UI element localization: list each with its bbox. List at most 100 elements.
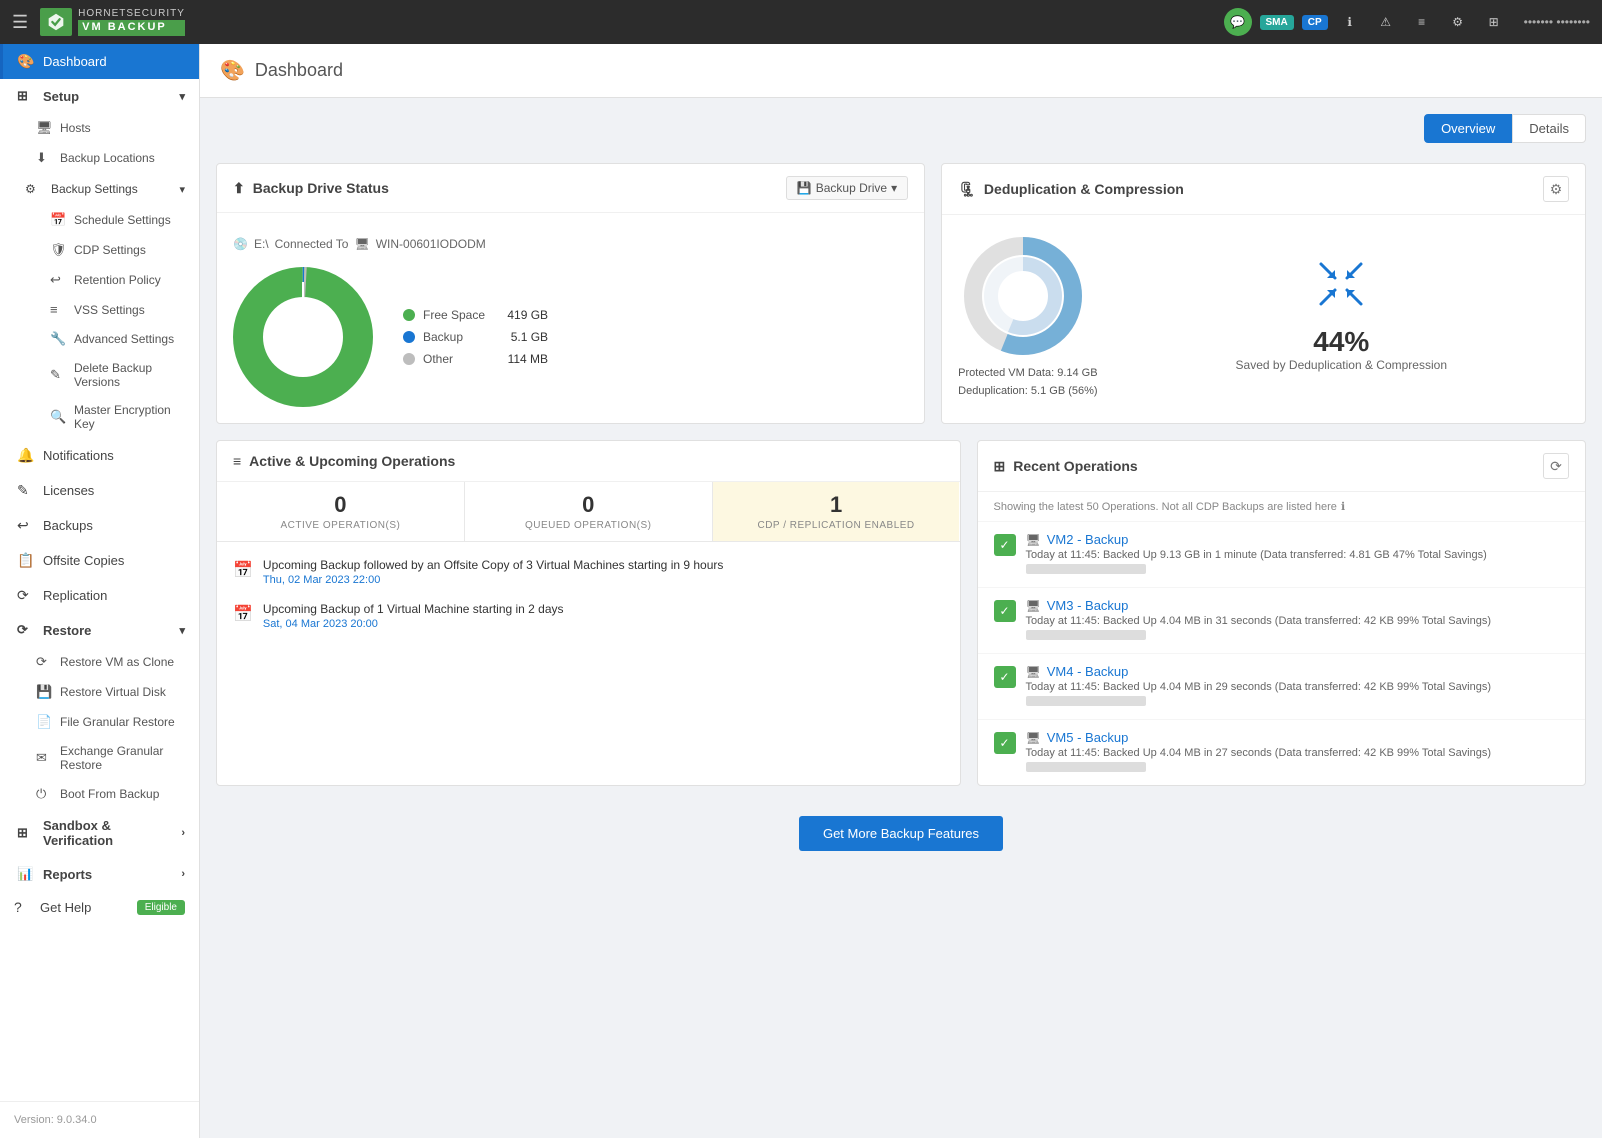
tab-overview[interactable]: Overview <box>1424 114 1512 143</box>
recent-ops-info-icon: ℹ <box>1341 500 1345 513</box>
recent-ops-info-text: Showing the latest 50 Operations. Not al… <box>994 501 1337 513</box>
sidebar-item-hosts[interactable]: 🖥 Hosts <box>0 113 199 143</box>
encryption-icon: 🔍 <box>50 409 66 425</box>
sma-badge[interactable]: SMA <box>1260 15 1294 30</box>
brand-top: HORNETSECURITY <box>78 8 185 20</box>
sidebar-item-boot-backup[interactable]: ⏻ Boot From Backup <box>0 779 199 809</box>
sidebar-item-restore-clone[interactable]: ⟳ Restore VM as Clone <box>0 647 199 677</box>
sidebar-item-vss[interactable]: ≡ VSS Settings <box>0 295 199 324</box>
exchange-restore-icon: ✉ <box>36 750 52 766</box>
ops-event-1-icon: 📅 <box>233 560 253 580</box>
drive-chart-area: Free Space 419 GB Backup 5.1 GB <box>233 267 908 407</box>
vm4-desc: Today at 11:45: Backed Up 4.04 MB in 29 … <box>1026 681 1570 693</box>
dedup-header: 🗜 Deduplication & Compression ⚙ <box>942 164 1585 215</box>
vm5-blurred <box>1026 762 1146 772</box>
sidebar-item-offsite[interactable]: 📋 Offsite Copies <box>0 543 199 578</box>
ops-event-1: 📅 Upcoming Backup followed by an Offsite… <box>217 550 960 594</box>
share-icon-btn[interactable]: ⚙ <box>1444 8 1472 36</box>
vm4-check-icon: ✓ <box>994 666 1016 688</box>
get-more-features-button[interactable]: Get More Backup Features <box>799 816 1003 851</box>
vm4-name: VM4 - Backup <box>1047 664 1129 679</box>
vm2-name: VM2 - Backup <box>1047 532 1129 547</box>
sidebar-item-backup-settings[interactable]: ⚙ Backup Settings ▾ <box>0 173 199 205</box>
chat-icon-btn[interactable]: 💬 <box>1224 8 1252 36</box>
offsite-icon: 📋 <box>17 552 35 569</box>
sidebar-item-encryption[interactable]: 🔍 Master Encryption Key <box>0 396 199 438</box>
tab-details[interactable]: Details <box>1512 114 1586 143</box>
backup-drive-btn-chevron: ▾ <box>891 181 897 195</box>
recent-ops-refresh-button[interactable]: ⟳ <box>1543 453 1569 479</box>
sidebar-item-cdp[interactable]: 🛡 CDP Settings <box>0 235 199 265</box>
sidebar-item-schedule[interactable]: 📅 Schedule Settings <box>0 205 199 235</box>
free-space-value: 419 GB <box>493 308 548 322</box>
sidebar-section-restore[interactable]: ⟳ Restore ▾ <box>0 613 199 647</box>
cdp-ops-num: 1 <box>723 492 950 518</box>
sidebar-item-backup-locations[interactable]: ⬇ Backup Locations <box>0 143 199 173</box>
setup-icon: ⊞ <box>17 88 35 104</box>
ops-event-1-content: Upcoming Backup followed by an Offsite C… <box>263 558 723 586</box>
setup-sub-items: 🖥 Hosts ⬇ Backup Locations ⚙ Backup Sett… <box>0 113 199 438</box>
sidebar-item-get-help[interactable]: ? Get Help <box>14 899 91 915</box>
brand-text: HORNETSECURITY VM BACKUP <box>78 8 185 35</box>
vm2-check-icon: ✓ <box>994 534 1016 556</box>
legend-backup: Backup 5.1 GB <box>403 330 548 344</box>
ops-stats: 0 ACTIVE OPERATION(S) 0 QUEUED OPERATION… <box>217 482 960 542</box>
sidebar-item-reports[interactable]: 📊 Reports › <box>0 857 199 891</box>
vm3-vm-icon: 🖥 <box>1026 599 1041 613</box>
list-icon-btn[interactable]: ≡ <box>1408 8 1436 36</box>
sidebar-item-licenses[interactable]: ✎ Licenses <box>0 473 199 508</box>
vm4-blurred <box>1026 696 1146 706</box>
delete-backup-icon: ✎ <box>50 367 66 383</box>
dedup-icon: 🗜 <box>958 181 976 198</box>
sidebar-item-retention[interactable]: ↩ Retention Policy <box>0 265 199 295</box>
backup-settings-icon: ⚙ <box>25 182 43 196</box>
sidebar-item-exchange-restore[interactable]: ✉ Exchange Granular Restore <box>0 737 199 779</box>
vm5-title: 🖥 VM5 - Backup <box>1026 730 1570 745</box>
dedup-gear-button[interactable]: ⚙ <box>1543 176 1569 202</box>
vm3-name: VM3 - Backup <box>1047 598 1129 613</box>
cdp-ops-label: CDP / REPLICATION ENABLED <box>723 520 950 531</box>
setup-label: Setup <box>43 89 79 104</box>
dedup-title: Deduplication & Compression <box>984 181 1184 197</box>
info-icon-btn[interactable]: ℹ <box>1336 8 1364 36</box>
sidebar-item-delete-backup[interactable]: ✎ Delete Backup Versions <box>0 354 199 396</box>
sidebar-item-sandbox[interactable]: ⊞ Sandbox & Verification › <box>0 809 199 857</box>
cp-badge[interactable]: CP <box>1302 15 1328 30</box>
ops-event-2-icon: 📅 <box>233 604 253 624</box>
sandbox-chevron: › <box>181 827 185 839</box>
licenses-icon: ✎ <box>17 482 35 499</box>
sidebar-item-advanced[interactable]: 🔧 Advanced Settings <box>0 324 199 354</box>
sidebar-item-backups[interactable]: ↩ Backups <box>0 508 199 543</box>
sidebar-item-replication[interactable]: ⟳ Replication <box>0 578 199 613</box>
backup-drive-button[interactable]: 💾 Backup Drive ▾ <box>786 176 908 200</box>
free-space-label: Free Space <box>423 308 485 322</box>
vm5-name: VM5 - Backup <box>1047 730 1129 745</box>
vm3-title: 🖥 VM3 - Backup <box>1026 598 1570 613</box>
top-cards-row: ⬆ Backup Drive Status 💾 Backup Drive ▾ 💿 <box>216 163 1586 424</box>
dedup-chart-side: Protected VM Data: 9.14 GB Deduplication… <box>958 231 1097 400</box>
protected-vm-label: Protected VM Data: 9.14 GB <box>958 365 1097 383</box>
dedup-percent: 44% <box>1313 326 1369 358</box>
vm4-vm-icon: 🖥 <box>1026 665 1041 679</box>
sidebar-item-file-restore[interactable]: 📄 File Granular Restore <box>0 707 199 737</box>
dedup-body: Protected VM Data: 9.14 GB Deduplication… <box>942 215 1585 416</box>
recent-ops-title-area: ⊞ Recent Operations <box>994 458 1138 475</box>
windows-icon-btn[interactable]: ⊞ <box>1480 8 1508 36</box>
vss-icon: ≡ <box>50 302 66 317</box>
queued-ops-num: 0 <box>475 492 702 518</box>
dedup-labels: Protected VM Data: 9.14 GB Deduplication… <box>958 365 1097 400</box>
sidebar-item-notifications[interactable]: 🔔 Notifications <box>0 438 199 473</box>
menu-icon[interactable]: ☰ <box>12 12 28 33</box>
sidebar-section-setup[interactable]: ⊞ Setup ▾ <box>0 79 199 113</box>
ops-event-2-date: Sat, 04 Mar 2023 20:00 <box>263 618 564 630</box>
content-body: Overview Details ⬆ Backup Drive Status 💾… <box>200 98 1602 1138</box>
recent-ops-title: Recent Operations <box>1013 458 1137 474</box>
advanced-icon: 🔧 <box>50 331 66 347</box>
sidebar-item-restore-disk[interactable]: 💾 Restore Virtual Disk <box>0 677 199 707</box>
reports-chevron: › <box>181 868 185 880</box>
sidebar-item-dashboard[interactable]: 🎨 Dashboard <box>0 44 199 79</box>
restore-chevron: ▾ <box>179 624 185 637</box>
alert-icon-btn[interactable]: ⚠ <box>1372 8 1400 36</box>
other-dot <box>403 353 415 365</box>
restore-disk-icon: 💾 <box>36 684 52 700</box>
